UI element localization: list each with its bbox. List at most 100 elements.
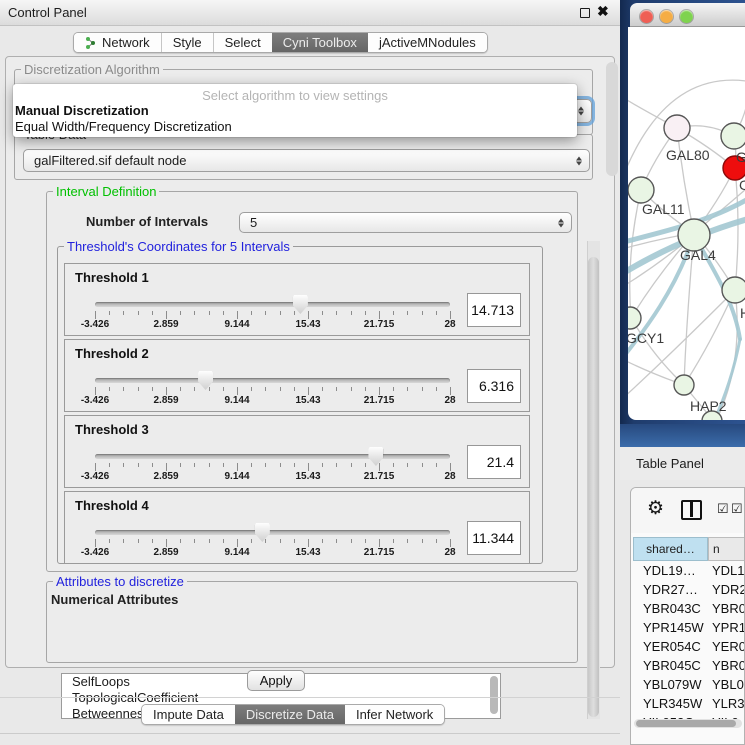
split-pane-icon[interactable]: [681, 500, 702, 520]
network-node[interactable]: [674, 375, 694, 395]
table-data-combo[interactable]: galFiltered.sif default node: [23, 149, 590, 172]
slider-track[interactable]: [95, 378, 450, 383]
table-row[interactable]: YBR045CYBR0: [633, 656, 745, 675]
table-data-value: galFiltered.sif default node: [34, 153, 186, 168]
content-scrollbar-thumb[interactable]: [588, 257, 599, 717]
slider-tick-labels: -3.4262.8599.14415.4321.71528: [95, 395, 450, 407]
group-label: Attributes to discretize: [53, 574, 187, 589]
node-label: GAL11: [642, 201, 685, 217]
tab-jactivemnodules[interactable]: jActiveMNodules: [368, 33, 487, 52]
apply-button[interactable]: Apply: [247, 670, 305, 691]
slider-tick-labels: -3.4262.8599.14415.4321.71528: [95, 547, 450, 559]
interval-definition-group: Interval Definition Number of Intervals …: [46, 191, 578, 572]
tab-select[interactable]: Select: [213, 33, 272, 52]
threshold-value-field[interactable]: 11.344: [467, 521, 521, 555]
node-label: HAP2: [690, 398, 727, 414]
checkbox-icon[interactable]: ☑: [717, 501, 729, 517]
tab-infer-network[interactable]: Infer Network: [345, 705, 444, 724]
node-label: GAL80: [666, 147, 710, 163]
table-row[interactable]: YBL079WYBL0: [633, 675, 745, 694]
slider-track[interactable]: [95, 530, 450, 535]
network-node[interactable]: [722, 277, 745, 303]
tab-label: Impute Data: [153, 707, 224, 722]
gear-icon[interactable]: ⚙: [647, 497, 664, 520]
column-header-1[interactable]: shared…: [633, 537, 708, 561]
threshold-label: Threshold 1: [75, 270, 149, 285]
threshold-box-2: Threshold 2-3.4262.8599.14415.4321.71528…: [64, 339, 530, 412]
tab-label: Select: [225, 35, 261, 50]
numerical-attributes-label: Numerical Attributes: [51, 592, 178, 607]
popup-hint: Select algorithm to view settings: [13, 88, 577, 103]
slider-tick-labels: -3.4262.8599.14415.4321.71528: [95, 319, 450, 331]
checkbox-icon[interactable]: ☑: [731, 501, 743, 517]
table-row[interactable]: YBR043CYBR0: [633, 599, 745, 618]
cell-shared-name: YBR043C: [633, 601, 708, 616]
network-view-canvas[interactable]: GAL80G.CGAL11GAL4HGCY1HAP2: [628, 27, 745, 420]
table-data-group: Table Data galFiltered.sif default node: [14, 134, 593, 180]
cell-name: YBR0: [708, 658, 745, 673]
tab-label: jActiveMNodules: [379, 35, 476, 50]
tab-impute-data[interactable]: Impute Data: [142, 705, 235, 724]
minimize-traffic-light[interactable]: [660, 10, 673, 23]
table-panel-title: Table Panel: [636, 456, 704, 471]
close-icon[interactable]: ✖: [597, 3, 609, 20]
float-window-icon[interactable]: [580, 8, 590, 18]
cell-name: YPR1: [708, 620, 745, 635]
threshold-value-field[interactable]: 6.316: [467, 369, 521, 403]
algorithm-dropdown-popup: Select algorithm to view settings Manual…: [13, 84, 577, 137]
table-hscrollbar-thumb[interactable]: [636, 720, 736, 727]
close-traffic-light[interactable]: [640, 10, 653, 23]
threshold-value-field[interactable]: 21.4: [467, 445, 521, 479]
network-node[interactable]: [721, 123, 745, 149]
tab-label: Discretize Data: [246, 707, 334, 722]
table-row[interactable]: YER054CYER0: [633, 637, 745, 656]
slider-track[interactable]: [95, 454, 450, 459]
popup-option-manual[interactable]: Manual Discretization: [15, 103, 575, 118]
tab-network[interactable]: Network: [74, 33, 161, 52]
group-label: Threshold's Coordinates for 5 Intervals: [64, 239, 293, 254]
tab-discretize-data[interactable]: Discretize Data: [235, 705, 345, 724]
group-label: Discretization Algorithm: [21, 62, 163, 77]
spinner-icon: [558, 218, 564, 227]
zoom-traffic-light[interactable]: [680, 10, 693, 23]
control-panel-titlebar: Control Panel ✖: [0, 0, 620, 26]
column-header-2[interactable]: n: [708, 537, 745, 561]
table-panel-titlebar: Table Panel: [620, 447, 745, 480]
network-node[interactable]: [628, 307, 641, 329]
threshold-box-3: Threshold 3-3.4262.8599.14415.4321.71528…: [64, 415, 530, 488]
table-row[interactable]: YPR145WYPR1: [633, 618, 745, 637]
tab-label: Network: [102, 35, 150, 50]
num-intervals-label: Number of Intervals: [86, 214, 208, 229]
list-scrollbar[interactable]: [490, 676, 498, 714]
panel-title: Control Panel: [8, 5, 87, 20]
table-toolbar: ⚙ ☑ ☑: [631, 488, 744, 533]
network-node[interactable]: [628, 177, 654, 203]
num-intervals-value: 5: [250, 215, 257, 230]
cell-shared-name: YLR345W: [633, 696, 708, 711]
slider-track[interactable]: [95, 302, 450, 307]
tab-label: Infer Network: [356, 707, 433, 722]
spinner-icon: [578, 107, 584, 116]
panel-scrollbar-thumb[interactable]: [606, 62, 618, 176]
table-hscrollbar[interactable]: [634, 719, 742, 728]
tab-style[interactable]: Style: [161, 33, 213, 52]
threshold-value-field[interactable]: 14.713: [467, 293, 521, 327]
cell-shared-name: YDL19…: [633, 563, 708, 578]
table-row[interactable]: YLR345WYLR3: [633, 694, 745, 713]
network-node[interactable]: [664, 115, 690, 141]
group-label: Interval Definition: [53, 184, 159, 199]
cell-shared-name: YPR145W: [633, 620, 708, 635]
threshold-box-4: Threshold 4-3.4262.8599.14415.4321.71528…: [64, 491, 530, 564]
node-label: GAL4: [680, 247, 716, 263]
desktop-background-band: [620, 424, 745, 447]
network-window-titlebar: [630, 3, 745, 27]
cell-name: YLR3: [708, 696, 745, 711]
popup-option-equal-width[interactable]: Equal Width/Frequency Discretization: [15, 119, 575, 134]
num-intervals-combo[interactable]: 5: [239, 212, 572, 233]
bottom-tab-bar: Impute Data Discretize Data Infer Network: [141, 704, 445, 725]
cell-shared-name: YBR045C: [633, 658, 708, 673]
tab-cyni-toolbox[interactable]: Cyni Toolbox: [272, 33, 368, 52]
cell-shared-name: YDR27…: [633, 582, 708, 597]
table-row[interactable]: YDL19…YDL1: [633, 561, 745, 580]
table-row[interactable]: YDR27…YDR2: [633, 580, 745, 599]
